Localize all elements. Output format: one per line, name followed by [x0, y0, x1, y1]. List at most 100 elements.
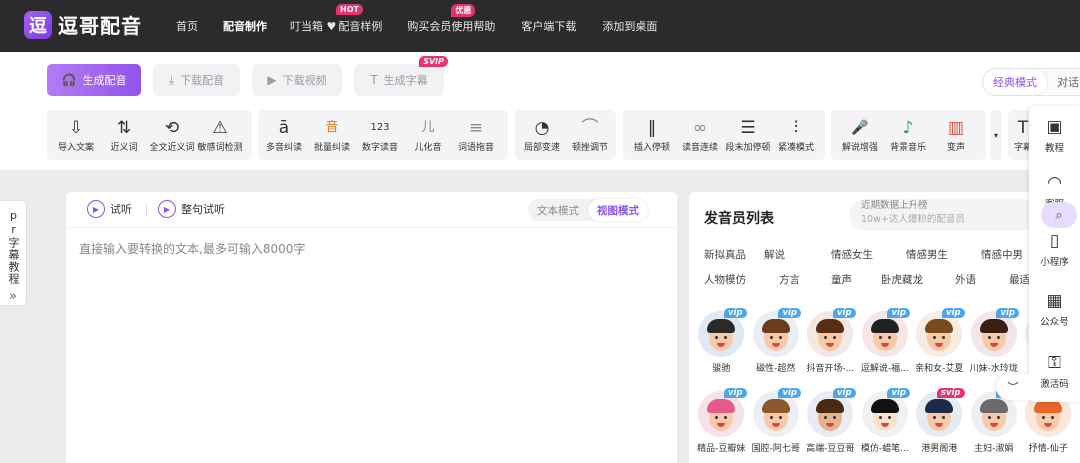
category-tab[interactable]: 人物模仿	[704, 272, 779, 287]
voice-card[interactable]: vip 逗解说-福...	[858, 307, 913, 387]
tool-import-text[interactable]: ⇩ 导入文案	[52, 110, 100, 160]
voice-name: 抖音开场-...	[806, 364, 855, 374]
voice-card[interactable]: vip 抖音开场-...	[803, 307, 858, 387]
toolbar-panel: 🎧 生成配音 ⤓ 下载配音 ▶ 下载视频 T 生成字幕 SVIP 经典模式 对话…	[0, 52, 1080, 170]
tool-voice-change[interactable]: ▥ 变声	[932, 110, 980, 160]
tool-cadence[interactable]: ⌒ 顿挫调节	[566, 110, 614, 160]
voice-card[interactable]: vip 磁性-超然	[749, 307, 804, 387]
sentence-listen-button[interactable]: ▶ 整句试听	[158, 200, 225, 218]
dialog-mode-option[interactable]: 对话	[1047, 69, 1080, 95]
video-icon: ▶	[267, 73, 277, 87]
voice-card[interactable]: vip 亲和女-艾夏	[912, 307, 967, 387]
microphone-icon: 🎤	[851, 119, 869, 136]
nav-dubbing[interactable]: 配音制作	[223, 18, 267, 34]
svip-badge: svip	[936, 388, 965, 398]
tool-label: 词语拖音	[457, 142, 494, 153]
tool-continuous[interactable]: ∞ 读音连续	[676, 110, 724, 160]
voice-card[interactable]: vip 骏驰	[694, 307, 749, 387]
download-icon: ⤓	[168, 72, 175, 87]
tool-insert-pause[interactable]: ‖ 插入停顿	[628, 110, 676, 160]
monitor-icon: ▣	[1046, 117, 1063, 137]
voice-card[interactable]: vip 国腔-阿七哥	[749, 387, 804, 463]
dock-activation[interactable]: ⚿ 激活码	[1029, 352, 1080, 390]
music-icon: ♪	[902, 117, 914, 138]
editor-header: ▶ 试听 ▶ 整句试听 文本模式 视图模式	[66, 192, 677, 228]
view-mode-option[interactable]: 视图模式	[588, 199, 648, 221]
tool-polyphone[interactable]: ā 多音纠读	[260, 110, 308, 160]
voice-name: 国腔-阿七哥	[751, 444, 800, 454]
tool-erhua[interactable]: 儿儿化音	[404, 110, 452, 160]
tool-group-effects: 🎤 解说增强 ♪ 背景音乐 ▥ 变声	[831, 110, 986, 160]
category-tab[interactable]: 解说	[764, 247, 831, 262]
nav-membership[interactable]: 购买会员 优惠	[407, 4, 476, 34]
category-tab[interactable]: 情感男生	[906, 247, 981, 262]
pr-tutorial-tab[interactable]: pr字幕教程 »	[0, 200, 27, 306]
tool-full-synonym[interactable]: ⟲ 全文近义词	[148, 110, 196, 160]
qrcode-icon: ▦	[1046, 291, 1063, 311]
dock-miniapp[interactable]: ▯ 小程序	[1029, 230, 1080, 268]
classic-mode-option[interactable]: 经典模式	[983, 69, 1047, 95]
tool-compact-mode[interactable]: ⫶ 紧凑模式	[772, 110, 820, 160]
nav-add-desktop[interactable]: 添加到桌面	[602, 18, 657, 34]
voice-card[interactable]: vip 高端-豆豆哥	[803, 387, 858, 463]
nav-samples[interactable]: 配音样例	[338, 18, 382, 34]
nav-help[interactable]: 使用帮助	[451, 18, 495, 34]
chevron-down-icon[interactable]: ▾	[990, 110, 1002, 160]
phone-icon: ▯	[1049, 231, 1060, 251]
generate-subtitle-label: 生成字幕	[383, 74, 428, 87]
tool-word-drag[interactable]: ≡ 词语拖音	[452, 110, 500, 160]
tool-label: 插入停顿	[633, 142, 670, 153]
search-icon[interactable]: ⌕	[1041, 202, 1077, 228]
text-editor-panel: ▶ 试听 ▶ 整句试听 文本模式 视图模式 直接输入要转换的文本,最多可输入80…	[66, 192, 677, 463]
listen-button[interactable]: ▶ 试听	[87, 200, 132, 218]
nav-membership-label: 购买会员	[407, 20, 452, 33]
voice-card[interactable]: svip 港男阁港	[912, 387, 967, 463]
erhua-icon: 儿	[421, 119, 435, 135]
tool-label: 背景音乐	[889, 142, 926, 153]
headphones-icon: 🎧	[61, 73, 77, 87]
voice-categories: 新拟真品 解说 情感女生 情感男生 情感中男 人物模仿 方言 童声 卧虎藏龙 外…	[704, 242, 1080, 292]
sentence-listen-label: 整句试听	[181, 203, 225, 216]
voice-card[interactable]: vip 模仿-蜡笔...	[858, 387, 913, 463]
tool-batch-correct[interactable]: 音批量纠读	[308, 110, 356, 160]
category-tab[interactable]: 童声	[831, 272, 881, 287]
category-tab[interactable]: 卧虎藏龙	[881, 272, 955, 287]
category-tab[interactable]: 情感中男	[981, 247, 1023, 262]
eye-closed-icon[interactable]: ︶	[996, 374, 1030, 400]
dock-tutorial-label: 教程	[1044, 143, 1064, 154]
generate-subtitle-button[interactable]: T 生成字幕 SVIP	[354, 56, 448, 96]
download-video-button[interactable]: ▶ 下载视频	[252, 64, 342, 96]
voice-card[interactable]: vip 精品-豆瓣妹	[694, 387, 749, 463]
dock-tutorial[interactable]: ▣ 教程	[1029, 116, 1080, 154]
tool-synonym[interactable]: ⇅ 近义词	[100, 110, 148, 160]
tool-background-music[interactable]: ♪ 背景音乐	[884, 110, 932, 160]
tool-label: 近义词	[110, 142, 138, 153]
text-mode-option[interactable]: 文本模式	[528, 199, 588, 221]
tool-number-reading[interactable]: 123 数字读音	[356, 110, 404, 160]
category-tab[interactable]: 最适	[1009, 272, 1030, 287]
top-nav-bar: 逗 逗哥配音 首页 配音制作 叮当箱 ♥ HOT 配音样例 购买会员 优惠 使用…	[0, 0, 1080, 52]
text-input-area[interactable]: 直接输入要转换的文本,最多可输入8000字	[79, 240, 305, 257]
nav-client-download[interactable]: 客户端下载	[521, 18, 576, 34]
generate-dubbing-button[interactable]: 🎧 生成配音	[47, 64, 141, 96]
tool-narration-boost[interactable]: 🎤 解说增强	[836, 110, 884, 160]
category-tab[interactable]: 方言	[779, 272, 831, 287]
headset-icon: ◠	[1047, 173, 1062, 193]
brand-logo[interactable]: 逗 逗哥配音	[24, 10, 142, 39]
tool-local-speed[interactable]: ◔ 局部变速	[518, 110, 566, 160]
tool-sensitive-check[interactable]: ⚠ 敏感词检测	[196, 110, 244, 160]
nav-home[interactable]: 首页	[176, 18, 198, 34]
download-audio-button[interactable]: ⤓ 下载配音	[153, 64, 240, 96]
dock-official[interactable]: ▦ 公众号	[1029, 290, 1080, 328]
category-tab[interactable]: 情感女生	[831, 247, 906, 262]
number-icon: 123	[370, 121, 390, 133]
tool-paragraph-pause[interactable]: ☰ 段末加停顿	[724, 110, 772, 160]
link-icon: ∞	[692, 117, 708, 138]
trending-banner[interactable]: 近期数据上升榜 10w+达人爆粉的配音员	[849, 199, 1039, 231]
voice-list-title: 发音员列表	[704, 211, 774, 227]
category-tab[interactable]: 外语	[955, 272, 1009, 287]
tool-label: 数字读音	[361, 142, 398, 153]
nav-toolbox[interactable]: 叮当箱 ♥ HOT	[290, 4, 363, 34]
voice-name: 主妇-淑娟	[974, 444, 1014, 454]
category-tab[interactable]: 新拟真品	[704, 247, 764, 262]
